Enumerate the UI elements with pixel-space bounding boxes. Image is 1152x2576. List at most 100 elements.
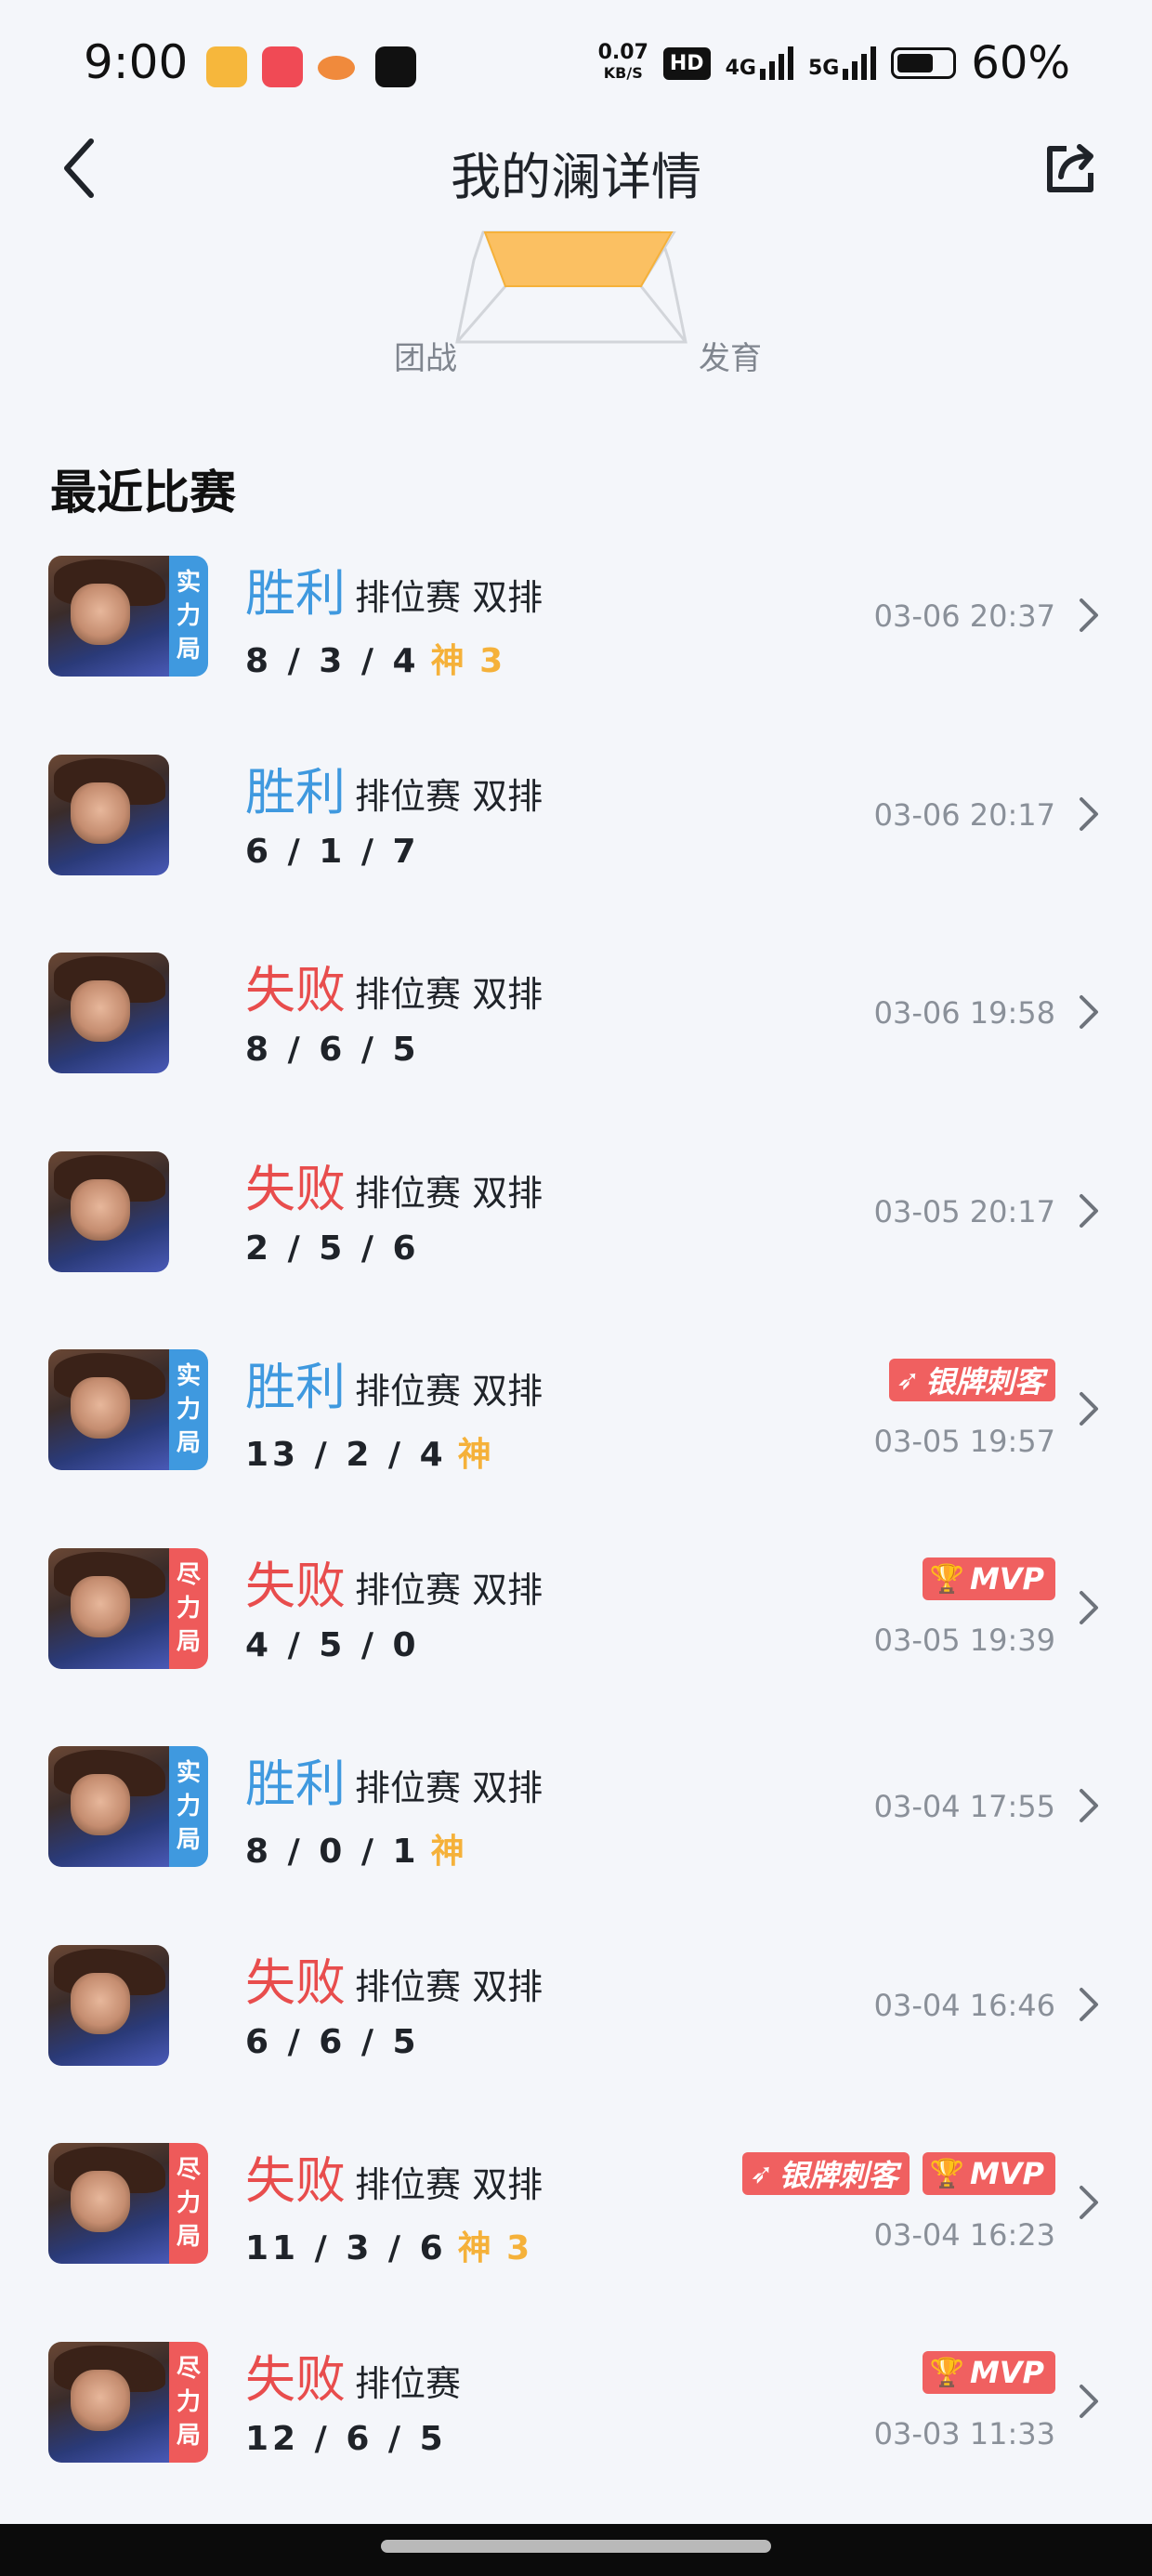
trophy-icon: 🏆 <box>929 1562 964 1596</box>
tiktok-app-icon <box>375 46 416 87</box>
music-app-icon <box>206 46 247 87</box>
match-row[interactable]: 失败 排位赛 双排 6 / 6 / 5 03-04 16:46 <box>0 1945 1152 2144</box>
match-time: 03-05 20:17 <box>873 1194 1055 1229</box>
match-row[interactable]: 实力局胜利 排位赛 双排 8 / 0 / 1 神 03-04 17:55 <box>0 1746 1152 1945</box>
signal-4g-icon: 4G <box>726 46 793 80</box>
match-mode: 排位赛 双排 <box>355 1371 543 1412</box>
match-badges: 🏆 MVP <box>922 1557 1055 1600</box>
match-mode: 排位赛 双排 <box>355 1570 543 1610</box>
match-kda: 2 / 5 / 6 <box>245 1229 420 1268</box>
hero-avatar <box>48 1349 173 1470</box>
match-row[interactable]: 失败 排位赛 双排 2 / 5 / 6 03-05 20:17 <box>0 1151 1152 1350</box>
hero-avatar <box>48 1151 169 1272</box>
hero-avatar <box>48 1548 173 1669</box>
match-time: 03-06 20:17 <box>873 797 1055 833</box>
mvp-badge: 🏆 MVP <box>922 2152 1055 2195</box>
match-time: 03-03 11:33 <box>873 2416 1055 2451</box>
chevron-right-icon <box>1080 2186 1098 2219</box>
match-kda: 8 / 3 / 4神 3 <box>245 642 505 680</box>
god-streak: 神 3 <box>457 2229 532 2267</box>
status-bar: 9:00 0.07 KB/S HD 4G 5G 60% <box>0 0 1152 130</box>
match-grade-tag: 尽力局 <box>169 1548 208 1669</box>
hero-avatar <box>48 556 173 677</box>
recent-matches-title: 最近比赛 <box>50 466 236 519</box>
match-result: 胜利 <box>245 1358 346 1416</box>
match-mode: 排位赛 双排 <box>355 1966 543 2007</box>
trophy-icon: 🏆 <box>929 2356 964 2389</box>
chevron-right-icon <box>1080 1392 1098 1426</box>
hero-avatar <box>48 2143 173 2264</box>
match-row[interactable]: 尽力局失败 排位赛 双排 11 / 3 / 6神 3 ➶ 银牌刺客 🏆 MVP 03… <box>0 2143 1152 2342</box>
flame-icon: ➶ <box>750 2157 774 2190</box>
match-result: 失败 <box>245 961 346 1019</box>
match-row[interactable]: 失败 排位赛 双排 8 / 6 / 5 03-06 19:58 <box>0 953 1152 1151</box>
mvp-badge: 🏆 MVP <box>922 1557 1055 1600</box>
assassin-badge: ➶ 银牌刺客 <box>888 1359 1055 1401</box>
god-streak: 神 3 <box>430 642 505 680</box>
match-row[interactable]: 实力局胜利 排位赛 双排 8 / 3 / 4神 3 03-06 20:37 <box>0 556 1152 755</box>
match-grade-tag: 实力局 <box>169 556 208 677</box>
hero-avatar <box>48 953 169 1073</box>
match-kda: 8 / 6 / 5 <box>245 1031 420 1069</box>
match-result: 失败 <box>245 1953 346 2012</box>
match-mode: 排位赛 双排 <box>355 577 543 618</box>
match-result: 失败 <box>245 1557 346 1615</box>
match-mode: 排位赛 双排 <box>355 2164 543 2205</box>
assassin-badge: ➶ 银牌刺客 <box>742 2152 910 2195</box>
match-kda: 13 / 2 / 4神 <box>245 1436 493 1474</box>
status-indicators: 0.07 KB/S HD 4G 5G 60% <box>598 37 1070 89</box>
match-grade-tag: 尽力局 <box>169 2342 208 2463</box>
match-grade-tag: 尽力局 <box>169 2143 208 2264</box>
battery-icon <box>891 47 957 79</box>
radar-label-growth: 发育 <box>699 340 762 377</box>
match-badges: 🏆 MVP <box>922 2351 1055 2394</box>
shopping-app-icon <box>262 46 303 87</box>
radar-label-teamfight: 团战 <box>394 340 457 377</box>
mvp-badge: 🏆 MVP <box>922 2351 1055 2394</box>
match-kda: 6 / 6 / 5 <box>245 2023 420 2061</box>
match-grade-tag: 实力局 <box>169 1349 208 1470</box>
god-streak: 神 <box>457 1436 493 1474</box>
match-time: 03-06 20:37 <box>873 598 1055 634</box>
match-badges: ➶ 银牌刺客 <box>888 1359 1055 1401</box>
chevron-right-icon <box>1080 797 1098 831</box>
hero-avatar <box>48 1746 173 1867</box>
match-time: 03-04 17:55 <box>873 1789 1055 1824</box>
flame-icon: ➶ <box>896 1363 920 1397</box>
hero-avatar <box>48 755 169 875</box>
chevron-right-icon <box>1080 1591 1098 1624</box>
match-grade-tag: 实力局 <box>169 1746 208 1867</box>
hd-icon: HD <box>662 46 711 80</box>
match-mode: 排位赛 双排 <box>355 1768 543 1808</box>
match-row[interactable]: 尽力局失败 排位赛 12 / 6 / 5 🏆 MVP 03-03 11:33 <box>0 2342 1152 2541</box>
match-result: 胜利 <box>245 1755 346 1813</box>
match-time: 03-04 16:46 <box>873 1988 1055 2023</box>
match-row[interactable]: 胜利 排位赛 双排 6 / 1 / 7 03-06 20:17 <box>0 755 1152 953</box>
chevron-right-icon <box>1080 598 1098 632</box>
match-time: 03-05 19:57 <box>873 1424 1055 1459</box>
match-kda: 12 / 6 / 5 <box>245 2420 447 2458</box>
match-result: 胜利 <box>245 564 346 623</box>
match-time: 03-06 19:58 <box>873 995 1055 1031</box>
match-mode: 排位赛 双排 <box>355 776 543 817</box>
match-row[interactable]: 实力局胜利 排位赛 双排 13 / 2 / 4神 ➶ 银牌刺客 03-05 19:5… <box>0 1349 1152 1548</box>
match-mode: 排位赛 双排 <box>355 974 543 1015</box>
match-row[interactable]: 尽力局失败 排位赛 双排 4 / 5 / 0 🏆 MVP 03-05 19:39 <box>0 1548 1152 1747</box>
match-kda: 8 / 0 / 1神 <box>245 1833 466 1871</box>
chevron-right-icon <box>1080 1194 1098 1228</box>
share-icon[interactable] <box>1041 139 1100 199</box>
match-kda: 4 / 5 / 0 <box>245 1626 420 1664</box>
trophy-icon: 🏆 <box>929 2157 964 2190</box>
signal-5g-icon: 5G <box>808 46 877 80</box>
match-mode: 排位赛 <box>355 2363 462 2404</box>
match-kda: 11 / 3 / 6神 3 <box>245 2229 532 2267</box>
match-mode: 排位赛 双排 <box>355 1173 543 1214</box>
match-result: 失败 <box>245 2151 346 2210</box>
match-badges: ➶ 银牌刺客 🏆 MVP <box>742 2152 1055 2195</box>
match-result: 失败 <box>245 2350 346 2409</box>
battery-percent: 60% <box>971 37 1070 89</box>
home-indicator[interactable] <box>381 2540 771 2553</box>
chevron-right-icon <box>1080 1988 1098 2021</box>
match-result: 失败 <box>245 1160 346 1218</box>
match-time: 03-04 16:23 <box>873 2217 1055 2253</box>
